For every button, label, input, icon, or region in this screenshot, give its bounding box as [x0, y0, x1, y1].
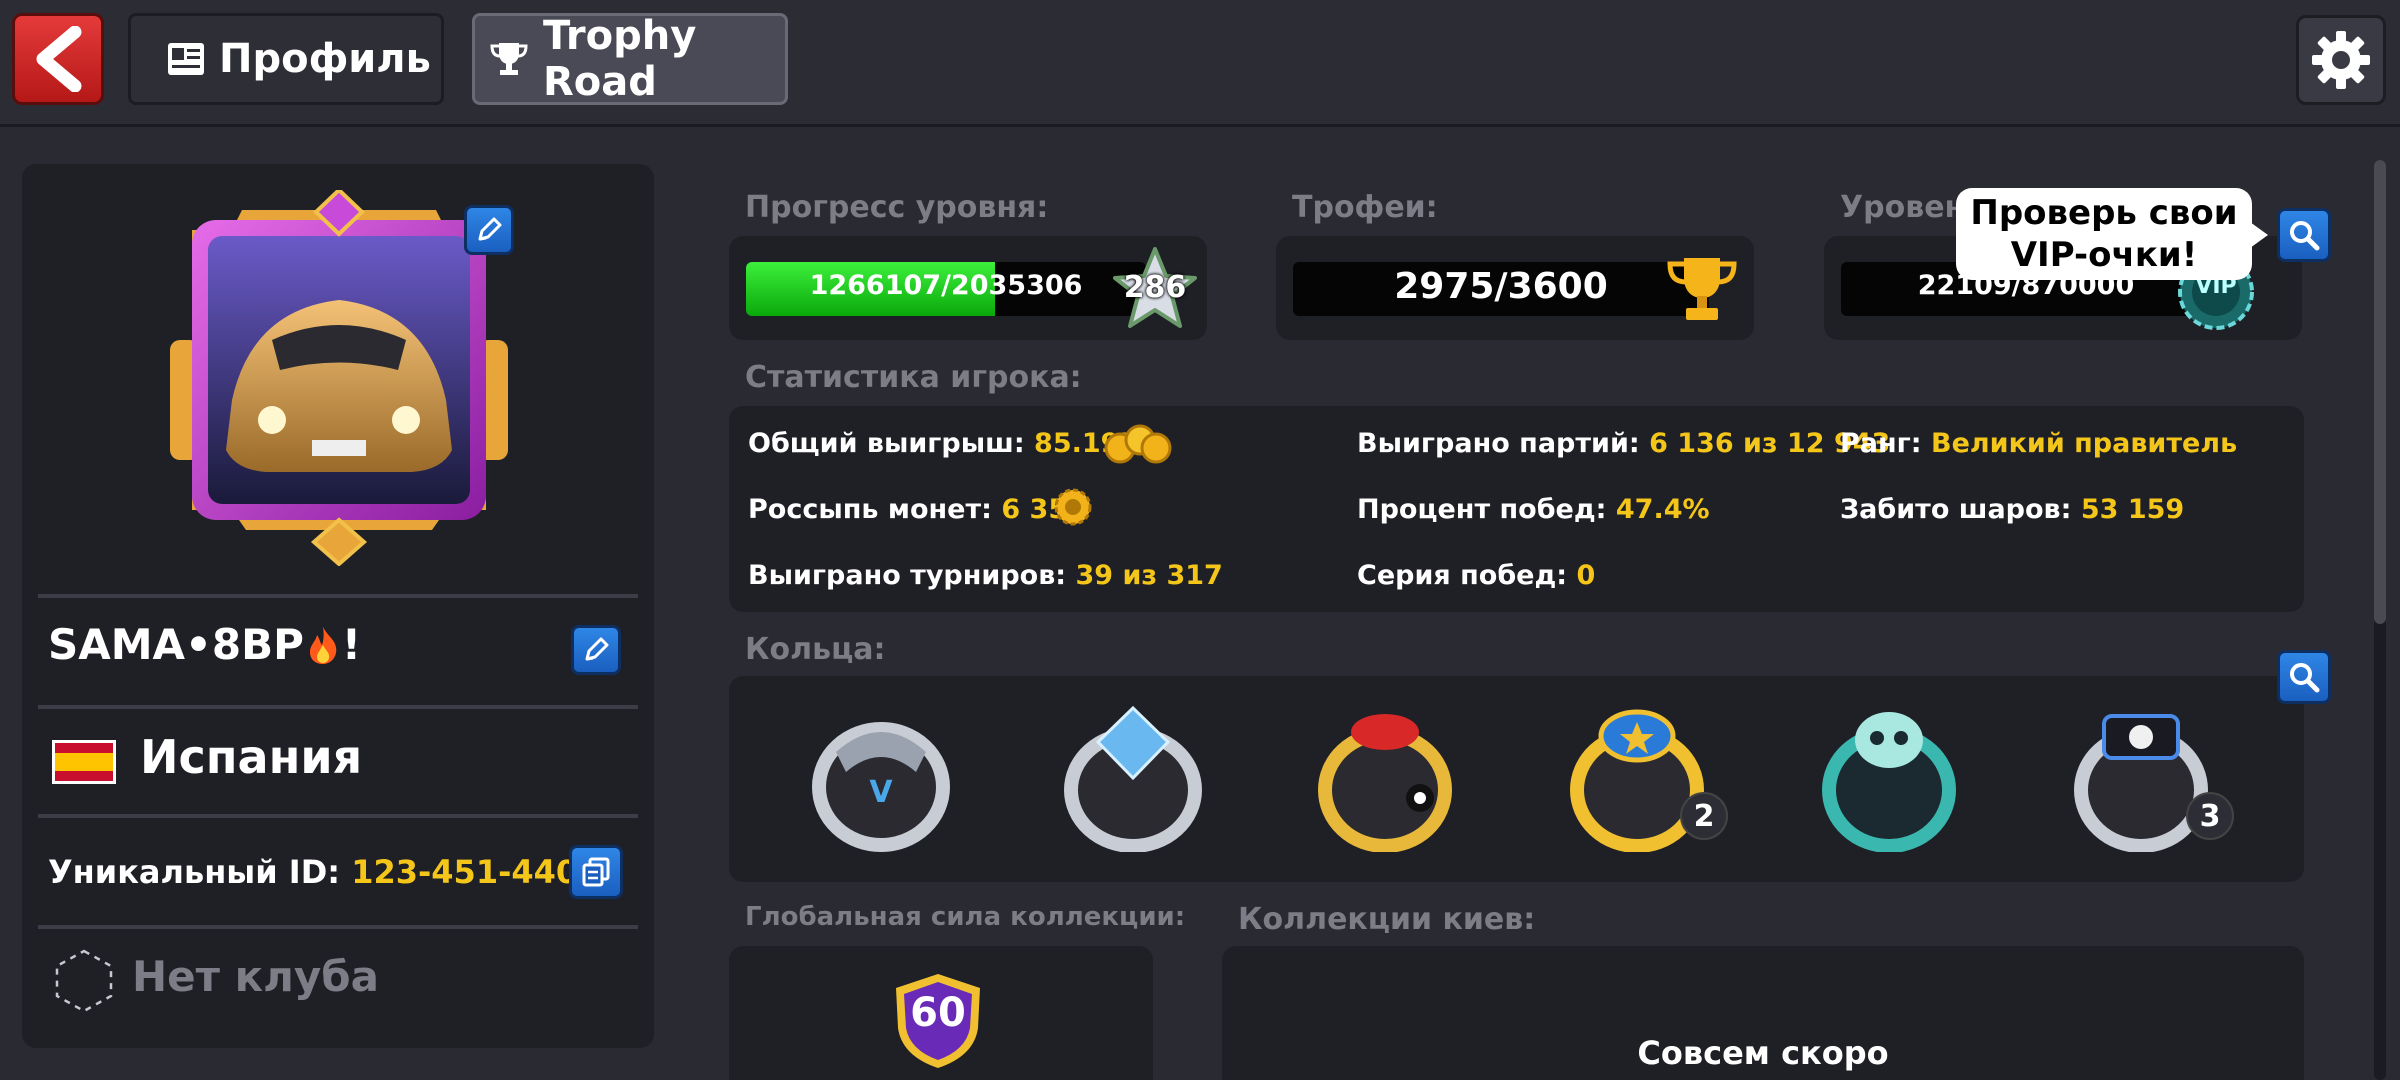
back-button[interactable] [12, 13, 104, 105]
copy-id-button[interactable] [569, 845, 623, 899]
club-hexagon-icon [52, 948, 116, 1014]
scrollbar-thumb[interactable] [2374, 160, 2386, 624]
fire-icon [306, 625, 340, 675]
stat-total-win: Общий выигрыш: 85.19B [748, 428, 1140, 459]
trophies-label: Трофеи: [1292, 190, 1438, 225]
player-name-text: SAMA•8BP [48, 620, 304, 669]
stat-win-streak-label: Серия побед: [1357, 560, 1568, 591]
country-name: Испания [140, 730, 363, 784]
player-name-suffix: ! [341, 620, 362, 669]
stat-rank-value: Великий правитель [1930, 428, 2238, 459]
stat-coin-drop: Россыпь монет: 6 353 [748, 494, 1086, 525]
divider [38, 705, 638, 709]
divider [38, 925, 638, 929]
profile-card-icon [167, 42, 205, 76]
trophy-icon [489, 40, 529, 78]
stats-title: Статистика игрока: [745, 360, 1082, 395]
stat-win-streak-value: 0 [1576, 560, 1596, 591]
gold-trophy-icon [1664, 254, 1740, 326]
stat-balls-potted-value: 53 159 [2080, 494, 2185, 525]
stat-rank-label: Ранг: [1840, 428, 1922, 459]
gear-icon [2312, 31, 2370, 89]
stat-tournaments-value: 39 из 317 [1075, 560, 1223, 591]
trophies-value: 2975/3600 [1394, 266, 1608, 307]
pencil-icon [478, 217, 502, 241]
stat-balls-potted: Забито шаров: 53 159 [1840, 494, 2184, 525]
tab-trophy-road-label: Trophy Road [543, 13, 697, 105]
divider [38, 594, 638, 598]
cue-collections-status: Совсем скоро [1637, 1034, 1889, 1072]
rings-search-button[interactable] [2277, 650, 2331, 704]
search-icon [2290, 663, 2320, 693]
tooltip-arrow [2250, 222, 2268, 248]
vip-tooltip[interactable]: Проверь свои VIP-очки! [1956, 188, 2252, 280]
coins-stack-icon [1104, 418, 1172, 468]
ring-winstreak[interactable]: V [806, 702, 956, 852]
ring-diamond[interactable] [1058, 702, 1208, 853]
ring-legend-8ball[interactable] [1310, 702, 1460, 853]
chevron-left-icon [36, 26, 82, 92]
stat-win-percent: Процент побед: 47.4% [1357, 494, 1710, 525]
pencil-icon [585, 637, 609, 661]
cue-collections-title: Коллекции киев: [1238, 902, 1536, 937]
coin-icon [1052, 486, 1094, 528]
collection-power-value: 60 [910, 990, 966, 1036]
stat-games-won-label: Выиграно партий: [1357, 428, 1640, 459]
rings-title: Кольца: [745, 632, 886, 667]
divider [38, 814, 638, 818]
stat-tournaments-label: Выиграно турниров: [748, 560, 1067, 591]
vip-tooltip-line1: Проверь свои [1970, 193, 2238, 233]
stat-balls-potted-label: Забито шаров: [1840, 494, 2072, 525]
stat-games-won: Выиграно партий: 6 136 из 12 943 [1357, 428, 1890, 459]
stat-win-percent-label: Процент побед: [1357, 494, 1607, 525]
stat-rank: Ранг: Великий правитель [1840, 428, 2237, 459]
avatar [162, 187, 516, 567]
club-status: Нет клуба [132, 952, 379, 1001]
ring-legend-gold-count: 2 [1680, 792, 1728, 840]
ring-master-count: 3 [2186, 792, 2234, 840]
stat-coin-drop-label: Россыпь монет: [748, 494, 992, 525]
collection-power-title: Глобальная сила коллекции: [745, 902, 1186, 932]
vip-search-button[interactable] [2277, 208, 2331, 262]
search-icon [2290, 221, 2320, 251]
tab-profile-label: Профиль [219, 36, 431, 82]
level-number: 286 [1123, 270, 1187, 305]
unique-id-label: Уникальный ID: [48, 853, 341, 891]
copy-icon [582, 857, 610, 887]
level-progress-text: 1266107/2035306 [809, 270, 1083, 301]
stat-tournaments: Выиграно турниров: 39 из 317 [748, 560, 1223, 591]
player-name: SAMA•8BP! [48, 620, 361, 675]
stat-win-percent-value: 47.4% [1615, 494, 1710, 525]
edit-avatar-button[interactable] [464, 205, 514, 255]
stat-win-streak: Серия побед: 0 [1357, 560, 1595, 591]
svg-text:V: V [869, 775, 893, 810]
tab-trophy-road[interactable]: Trophy Road [472, 13, 788, 105]
spain-flag-icon [52, 740, 116, 784]
stat-total-win-label: Общий выигрыш: [748, 428, 1025, 459]
vip-tooltip-line2: VIP-очки! [2010, 235, 2198, 275]
tab-profile[interactable]: Профиль [128, 13, 444, 105]
ring-skull[interactable] [1814, 702, 1964, 853]
level-progress-label: Прогресс уровня: [745, 190, 1049, 225]
edit-name-button[interactable] [571, 625, 621, 675]
settings-button[interactable] [2296, 15, 2386, 105]
unique-id: Уникальный ID: 123-451-440-1 [48, 853, 614, 891]
